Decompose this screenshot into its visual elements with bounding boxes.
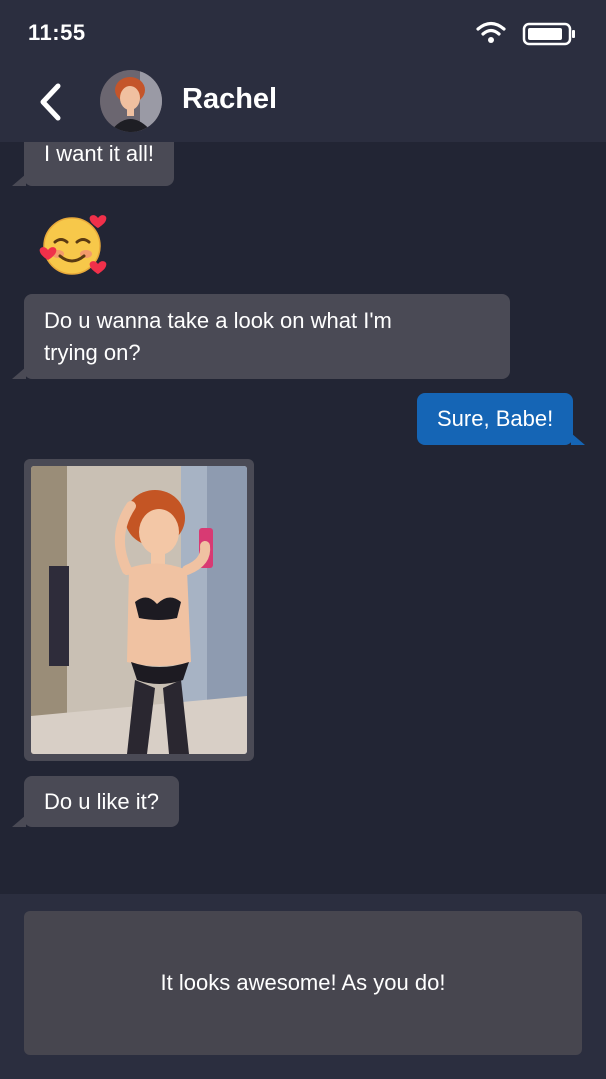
status-time: 11:55 bbox=[28, 20, 86, 45]
smiling-face-with-hearts-icon bbox=[39, 215, 107, 275]
chat-header: 11:55 Rachel bbox=[0, 0, 606, 142]
back-button[interactable] bbox=[28, 78, 72, 126]
message-text-line: Do u wanna take a look on what I'm bbox=[44, 308, 392, 333]
contact-avatar bbox=[100, 70, 162, 132]
battery-icon bbox=[522, 22, 575, 46]
wifi-icon bbox=[476, 21, 506, 43]
message-list[interactable]: I want it all! Do u wanna take a look on… bbox=[0, 142, 606, 894]
message-text: Do u like it? bbox=[44, 789, 159, 814]
message-text: Sure, Babe! bbox=[437, 406, 554, 431]
reply-panel: It looks awesome! As you do! bbox=[0, 894, 606, 1079]
avatar[interactable] bbox=[100, 70, 162, 132]
chevron-left-icon bbox=[40, 83, 61, 121]
message-bubble-outgoing: Sure, Babe! bbox=[417, 393, 586, 445]
message-bubble-incoming: I want it all! bbox=[12, 142, 175, 186]
message-text-line: trying on? bbox=[44, 340, 141, 365]
contact-name: Rachel bbox=[182, 83, 278, 115]
message-bubble-incoming: Do u wanna take a look on what I'm tryin… bbox=[12, 294, 510, 379]
reply-option-button[interactable]: It looks awesome! As you do! bbox=[24, 911, 582, 1055]
message-text: I want it all! bbox=[44, 142, 155, 166]
photo bbox=[31, 466, 247, 754]
image-message[interactable] bbox=[24, 459, 254, 761]
message-bubble-incoming: Do u like it? bbox=[12, 776, 179, 827]
